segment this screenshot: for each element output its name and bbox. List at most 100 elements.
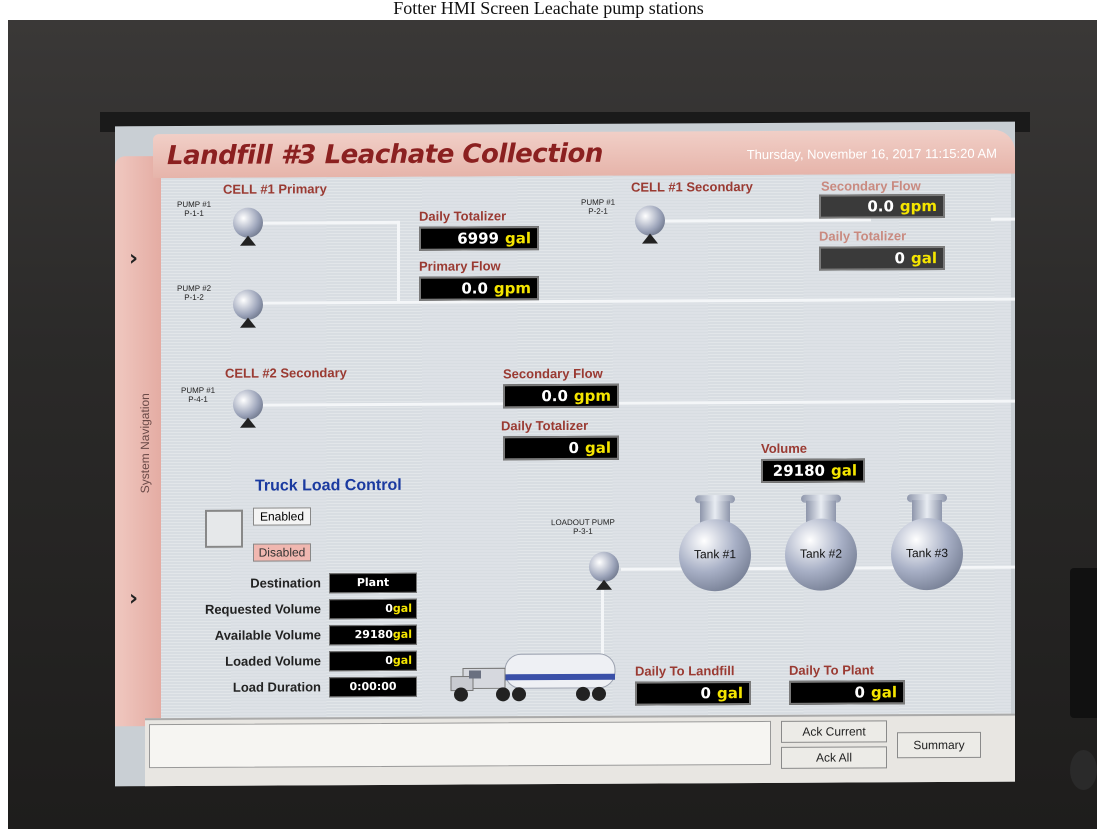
pump-base-icon [240,417,256,428]
pump-base-icon [240,317,256,328]
cell1-primary-title: CELL #1 Primary [223,181,327,197]
header-bar: Landfill #3 Leachate Collection Thursday… [153,129,1015,179]
unit: gal [392,601,412,615]
value: 29180 [354,627,393,642]
unit: gpm [573,386,611,405]
pump-p21-icon[interactable] [635,205,665,236]
pump-p11-label: PUMP #1 P-1-1 [177,199,212,218]
requested-volume-label: Requested Volume [204,601,321,617]
load-duration-label: Load Duration [232,679,321,695]
cell1-secondary-title: CELL #1 Secondary [631,179,753,195]
value: 0 [894,249,905,268]
cell2-secondary-title: CELL #2 Secondary [225,365,347,381]
value: 6999 [457,229,499,248]
destination-label: Destination [250,575,321,591]
truck-load-control-title: Truck Load Control [255,476,402,495]
primary-flow-label: Primary Flow [419,258,501,274]
cell2-secondary-flow-label: Secondary Flow [503,365,603,382]
tank-volume-value: 29180 gal [761,458,865,483]
requested-volume-value[interactable]: 0gal [329,598,417,620]
destination-value[interactable]: Plant [329,572,417,594]
cell1-primary-totalizer-value: 6999 gal [419,226,539,251]
pipe [991,217,1015,221]
nav-expand-icon-top[interactable]: › [129,246,138,271]
datetime-display: Thursday, November 16, 2017 11:15:20 AM [746,145,997,163]
pipe [661,218,871,223]
tanker-truck-icon [450,653,616,702]
value: 0 [854,683,865,702]
value: 0 [568,438,579,457]
loaded-volume-label: Loaded Volume [225,653,321,669]
value: 0 [385,653,393,667]
pump-p12-label: PUMP #2 P-1-2 [177,283,212,302]
pipe [261,297,1015,305]
value: 0.0 [867,197,894,216]
page-title: Landfill #3 Leachate Collection [167,138,603,172]
ack-current-button[interactable]: Ack Current [781,720,887,743]
process-panel: CELL #1 Primary PUMP #1 P-1-1 PUMP #2 P-… [161,173,1015,719]
tank-2-label: Tank #2 [799,546,843,561]
value: 0 [700,684,711,703]
tank-1-icon[interactable]: Tank #1 [679,519,751,592]
loaded-volume-value: 0gal [329,650,417,672]
pump-p21-label: PUMP #1 P-2-1 [581,197,616,216]
available-volume-label: Available Volume [214,627,321,643]
disabled-status[interactable]: Disabled [253,543,311,562]
cell2-secondary-flow-value: 0.0 gpm [503,383,619,409]
pipe [261,220,399,225]
load-duration-value: 0:00:00 [329,676,417,698]
pump-p41-label: PUMP #1 P-4-1 [181,385,216,404]
value: 0.0 [461,279,488,298]
primary-flow-value: 0.0 gpm [419,276,539,301]
ack-all-button[interactable]: Ack All [781,746,887,769]
cell1-secondary-totalizer-label: Daily Totalizer [819,228,907,244]
loadout-pump-label: LOADOUT PUMP P-3-1 [551,517,615,536]
loadout-pump-icon[interactable] [589,551,619,582]
tank-1-label: Tank #1 [693,547,737,562]
system-navigation-label: System Navigation [138,393,152,494]
daily-to-landfill-label: Daily To Landfill [635,663,735,679]
tank-3-label: Tank #3 [905,545,949,561]
page-caption: Fotter HMI Screen Leachate pump stations [393,0,704,18]
pump-base-icon [240,235,256,246]
available-volume-value: 29180gal [329,624,417,646]
alarm-message-box[interactable] [149,720,771,769]
value: 0 [385,601,393,615]
pump-base-icon [642,233,658,244]
enabled-status[interactable]: Enabled [253,507,311,526]
pipe [397,220,400,303]
alarm-bar: Ack Current Ack All Summary [145,713,1015,787]
unit: gal [716,684,743,703]
tank-3-icon[interactable]: Tank #3 [891,517,963,591]
cell2-secondary-totalizer-label: Daily Totalizer [501,417,589,434]
cell1-secondary-totalizer-value: 0 gal [819,246,945,271]
daily-to-plant-label: Daily To Plant [789,662,874,678]
unit: gal [584,438,611,457]
bezel-side-mount [1070,568,1097,718]
unit: gal [504,229,531,248]
unit: gpm [493,279,531,298]
cell1-secondary-flow-label: Secondary Flow [821,178,921,194]
unit: gal [870,683,897,702]
cell1-primary-totalizer-label: Daily Totalizer [419,208,507,224]
daily-to-landfill-value: 0 gal [635,681,751,706]
tank-2-icon[interactable]: Tank #2 [785,518,857,591]
unit: gal [830,461,857,480]
pump-p12-icon[interactable] [233,289,263,320]
cell1-secondary-flow-value: 0.0 gpm [819,194,945,219]
system-navigation-panel[interactable]: › System Navigation › [115,156,161,727]
pump-p11-icon[interactable] [233,207,263,238]
unit: gal [392,653,412,667]
value: 0.0 [541,386,568,406]
volume-label: Volume [761,440,807,456]
daily-to-plant-value: 0 gal [789,680,905,705]
nav-expand-icon-bottom[interactable]: › [129,586,138,611]
pump-base-icon [596,579,612,590]
hmi-screen: › System Navigation › Landfill #3 Leacha… [115,121,1015,787]
pump-p41-icon[interactable] [233,389,263,420]
unit: gal [392,627,412,641]
bezel-screw [1070,750,1097,790]
summary-button[interactable]: Summary [897,731,981,759]
value: 29180 [772,461,825,480]
truck-load-toggle[interactable] [205,509,243,548]
